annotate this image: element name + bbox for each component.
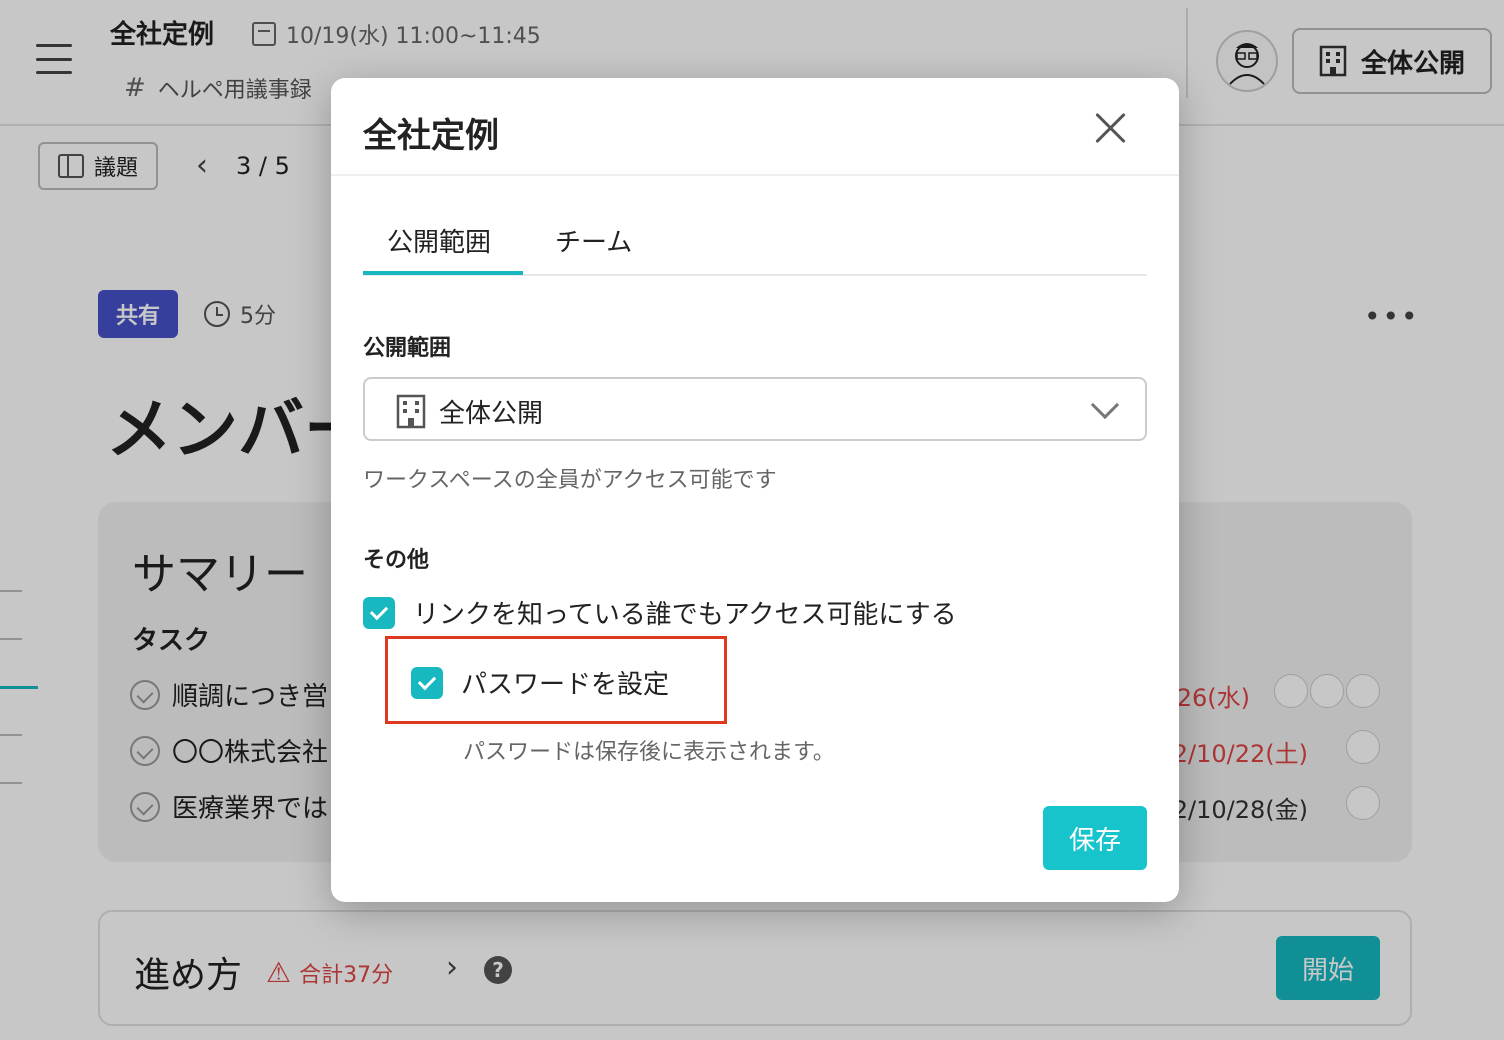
- chevron-down-icon: [1090, 390, 1120, 420]
- link-access-label: リンクを知っている誰でもアクセス可能にする: [413, 600, 957, 630]
- tab-team[interactable]: チーム: [555, 222, 632, 259]
- scope-select[interactable]: 全体公開: [363, 377, 1147, 441]
- password-note: パスワードは保存後に表示されます。: [463, 740, 835, 765]
- scope-help-text: ワークスペースの全員がアクセス可能です: [363, 468, 777, 493]
- password-option[interactable]: パスワードを設定: [411, 664, 669, 701]
- modal-tabs: 公開範囲 チーム: [363, 218, 1147, 276]
- link-access-checkbox[interactable]: [363, 596, 395, 629]
- scope-select-value: 全体公開: [439, 399, 544, 429]
- active-tab-indicator: [363, 271, 523, 275]
- scope-label: 公開範囲: [363, 336, 452, 361]
- link-access-option[interactable]: リンクを知っている誰でもアクセス可能にする: [363, 594, 957, 631]
- share-settings-modal: 全社定例 公開範囲 チーム 公開範囲 全体公開 ワークスペースの全員がアクセス可…: [331, 78, 1179, 902]
- save-button[interactable]: 保存: [1043, 806, 1147, 870]
- building-icon: [396, 394, 426, 429]
- close-icon[interactable]: [1091, 108, 1131, 148]
- tab-visibility[interactable]: 公開範囲: [387, 222, 491, 259]
- other-label: その他: [363, 548, 430, 573]
- modal-header: 全社定例: [331, 78, 1179, 176]
- password-label: パスワードを設定: [461, 670, 670, 700]
- modal-title: 全社定例: [363, 116, 499, 156]
- password-checkbox[interactable]: [411, 666, 443, 699]
